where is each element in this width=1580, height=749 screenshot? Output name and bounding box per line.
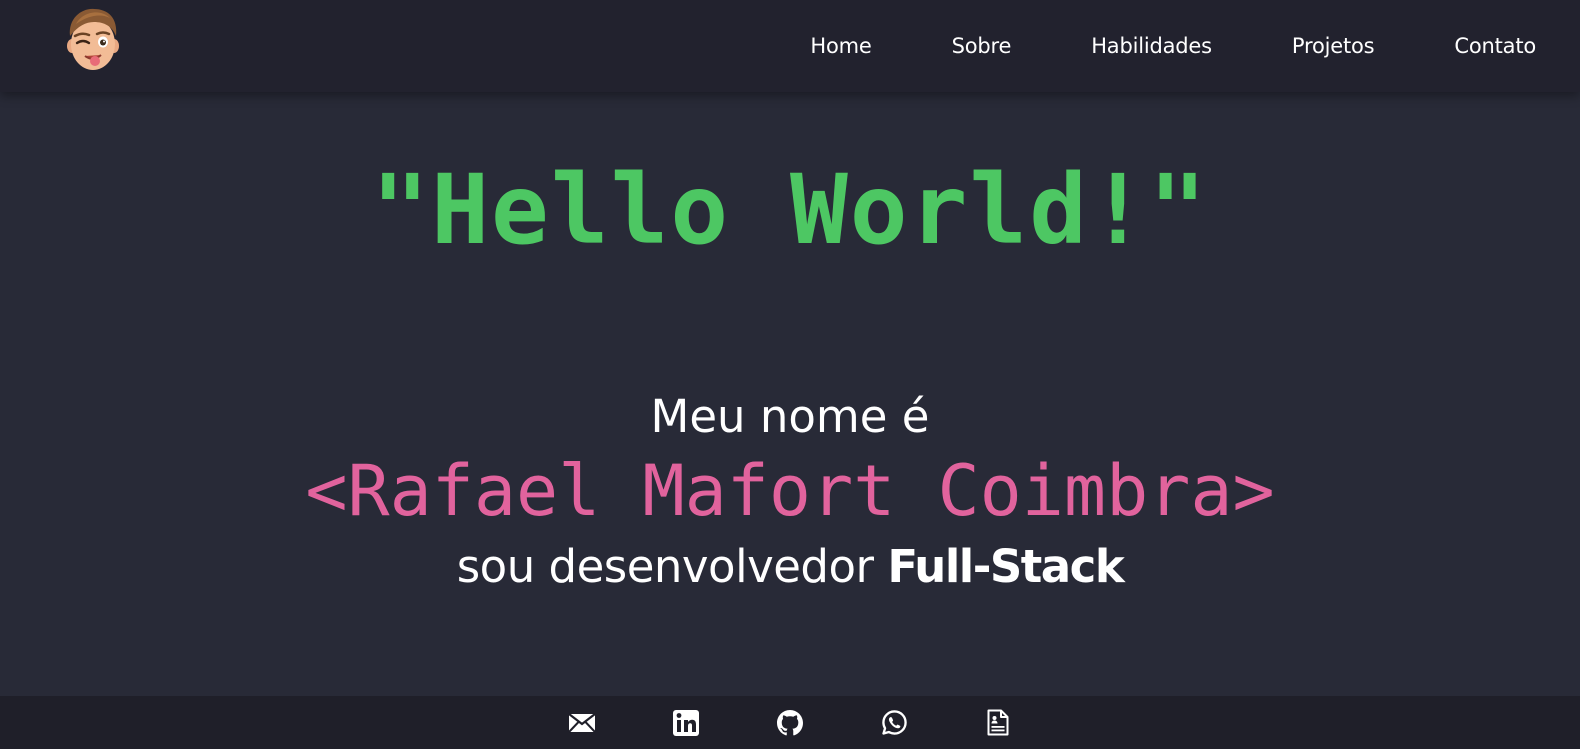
nav-link-home[interactable]: Home (810, 34, 871, 58)
intro-text: Meu nome é (650, 390, 930, 443)
nav-link-contato[interactable]: Contato (1454, 34, 1536, 58)
whatsapp-icon[interactable] (879, 708, 909, 738)
nav-link-habilidades[interactable]: Habilidades (1091, 34, 1212, 58)
resume-document-icon[interactable] (983, 708, 1013, 738)
winking-memoji-avatar-icon[interactable] (64, 6, 122, 72)
developer-name: <Rafael Mafort Coimbra> (305, 450, 1275, 532)
role-line: sou desenvolvedor Full-Stack (0, 540, 1580, 594)
github-icon[interactable] (775, 708, 805, 738)
hero-section: "Hello World!" Meu nome é <Rafael Mafort… (0, 92, 1580, 696)
main-navigation: Home Sobre Habilidades Projetos Contato (730, 0, 1536, 92)
nav-link-sobre[interactable]: Sobre (952, 34, 1012, 58)
social-footer (0, 696, 1580, 749)
role-prefix: sou desenvolvedor (456, 540, 888, 593)
nav-link-projetos[interactable]: Projetos (1292, 34, 1375, 58)
top-navigation-bar: Home Sobre Habilidades Projetos Contato (0, 0, 1580, 92)
role-highlight: Full-Stack (887, 540, 1124, 593)
hello-world-greeting: "Hello World!" (371, 154, 1209, 266)
email-icon[interactable] (567, 708, 597, 738)
linkedin-icon[interactable] (671, 708, 701, 738)
